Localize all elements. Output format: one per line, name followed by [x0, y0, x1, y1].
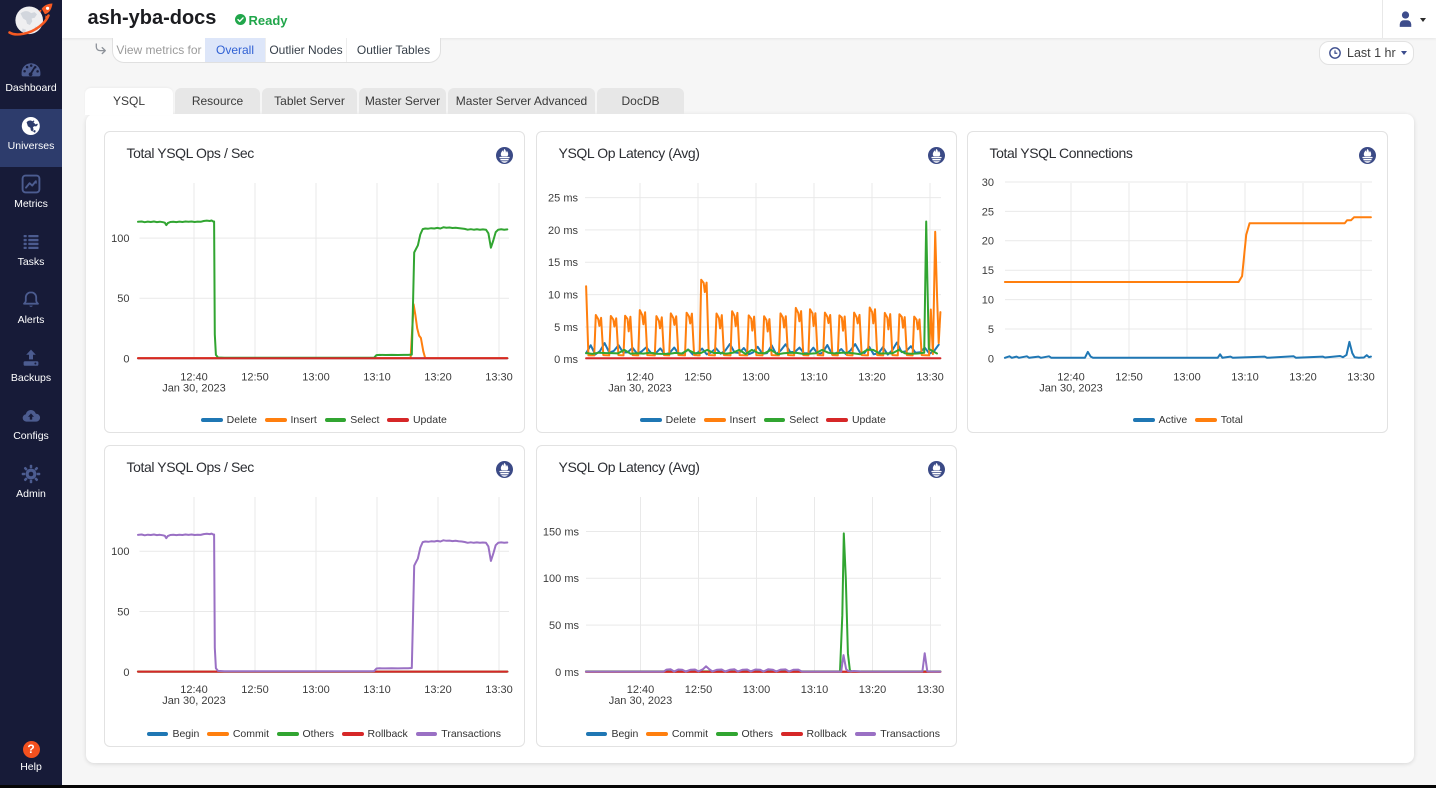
svg-text:Jan 30, 2023: Jan 30, 2023 [162, 383, 226, 395]
svg-text:Jan 30, 2023: Jan 30, 2023 [609, 695, 673, 707]
svg-text:0 ms: 0 ms [554, 354, 578, 366]
svg-text:13:20: 13:20 [424, 372, 452, 384]
svg-text:13:30: 13:30 [485, 684, 513, 696]
svg-text:13:10: 13:10 [800, 372, 828, 384]
svg-text:12:50: 12:50 [685, 684, 713, 696]
svg-text:12:50: 12:50 [1115, 372, 1143, 384]
svg-text:13:20: 13:20 [1289, 372, 1317, 384]
svg-text:25: 25 [982, 206, 994, 218]
svg-text:0 ms: 0 ms [555, 667, 579, 679]
svg-text:20 ms: 20 ms [548, 225, 578, 237]
svg-text:13:30: 13:30 [917, 684, 945, 696]
svg-text:100 ms: 100 ms [543, 573, 580, 585]
svg-text:13:30: 13:30 [1347, 372, 1375, 384]
svg-text:0: 0 [123, 353, 129, 365]
svg-text:13:00: 13:00 [302, 684, 330, 696]
svg-text:15 ms: 15 ms [548, 257, 578, 269]
svg-text:25 ms: 25 ms [548, 193, 578, 205]
svg-text:20: 20 [982, 236, 994, 248]
svg-text:50: 50 [117, 293, 129, 305]
svg-text:10: 10 [982, 295, 994, 307]
svg-text:Jan 30, 2023: Jan 30, 2023 [608, 383, 672, 395]
svg-text:15: 15 [982, 265, 994, 277]
svg-text:150 ms: 150 ms [543, 526, 580, 538]
svg-text:0: 0 [123, 667, 129, 679]
svg-text:13:10: 13:10 [1231, 372, 1259, 384]
svg-text:13:10: 13:10 [801, 684, 829, 696]
svg-text:12:50: 12:50 [241, 372, 269, 384]
svg-text:13:20: 13:20 [424, 684, 452, 696]
svg-text:13:00: 13:00 [743, 684, 771, 696]
svg-text:100: 100 [111, 233, 129, 245]
svg-text:12:50: 12:50 [684, 372, 712, 384]
svg-text:13:20: 13:20 [858, 372, 886, 384]
svg-text:Jan 30, 2023: Jan 30, 2023 [162, 695, 226, 707]
svg-text:13:30: 13:30 [485, 372, 513, 384]
svg-text:12:50: 12:50 [241, 684, 269, 696]
svg-text:13:00: 13:00 [1173, 372, 1201, 384]
svg-text:50: 50 [117, 606, 129, 618]
svg-text:50 ms: 50 ms [549, 620, 579, 632]
svg-text:13:10: 13:10 [363, 372, 391, 384]
svg-text:13:30: 13:30 [916, 372, 944, 384]
svg-text:30: 30 [982, 177, 994, 189]
svg-text:13:00: 13:00 [302, 372, 330, 384]
svg-text:Jan 30, 2023: Jan 30, 2023 [1039, 383, 1103, 395]
svg-text:10 ms: 10 ms [548, 290, 578, 302]
svg-text:13:20: 13:20 [859, 684, 887, 696]
svg-text:0: 0 [988, 353, 994, 365]
svg-text:5 ms: 5 ms [554, 322, 578, 334]
svg-text:5: 5 [988, 324, 994, 336]
svg-text:13:00: 13:00 [742, 372, 770, 384]
svg-text:13:10: 13:10 [363, 684, 391, 696]
svg-text:100: 100 [111, 546, 129, 558]
